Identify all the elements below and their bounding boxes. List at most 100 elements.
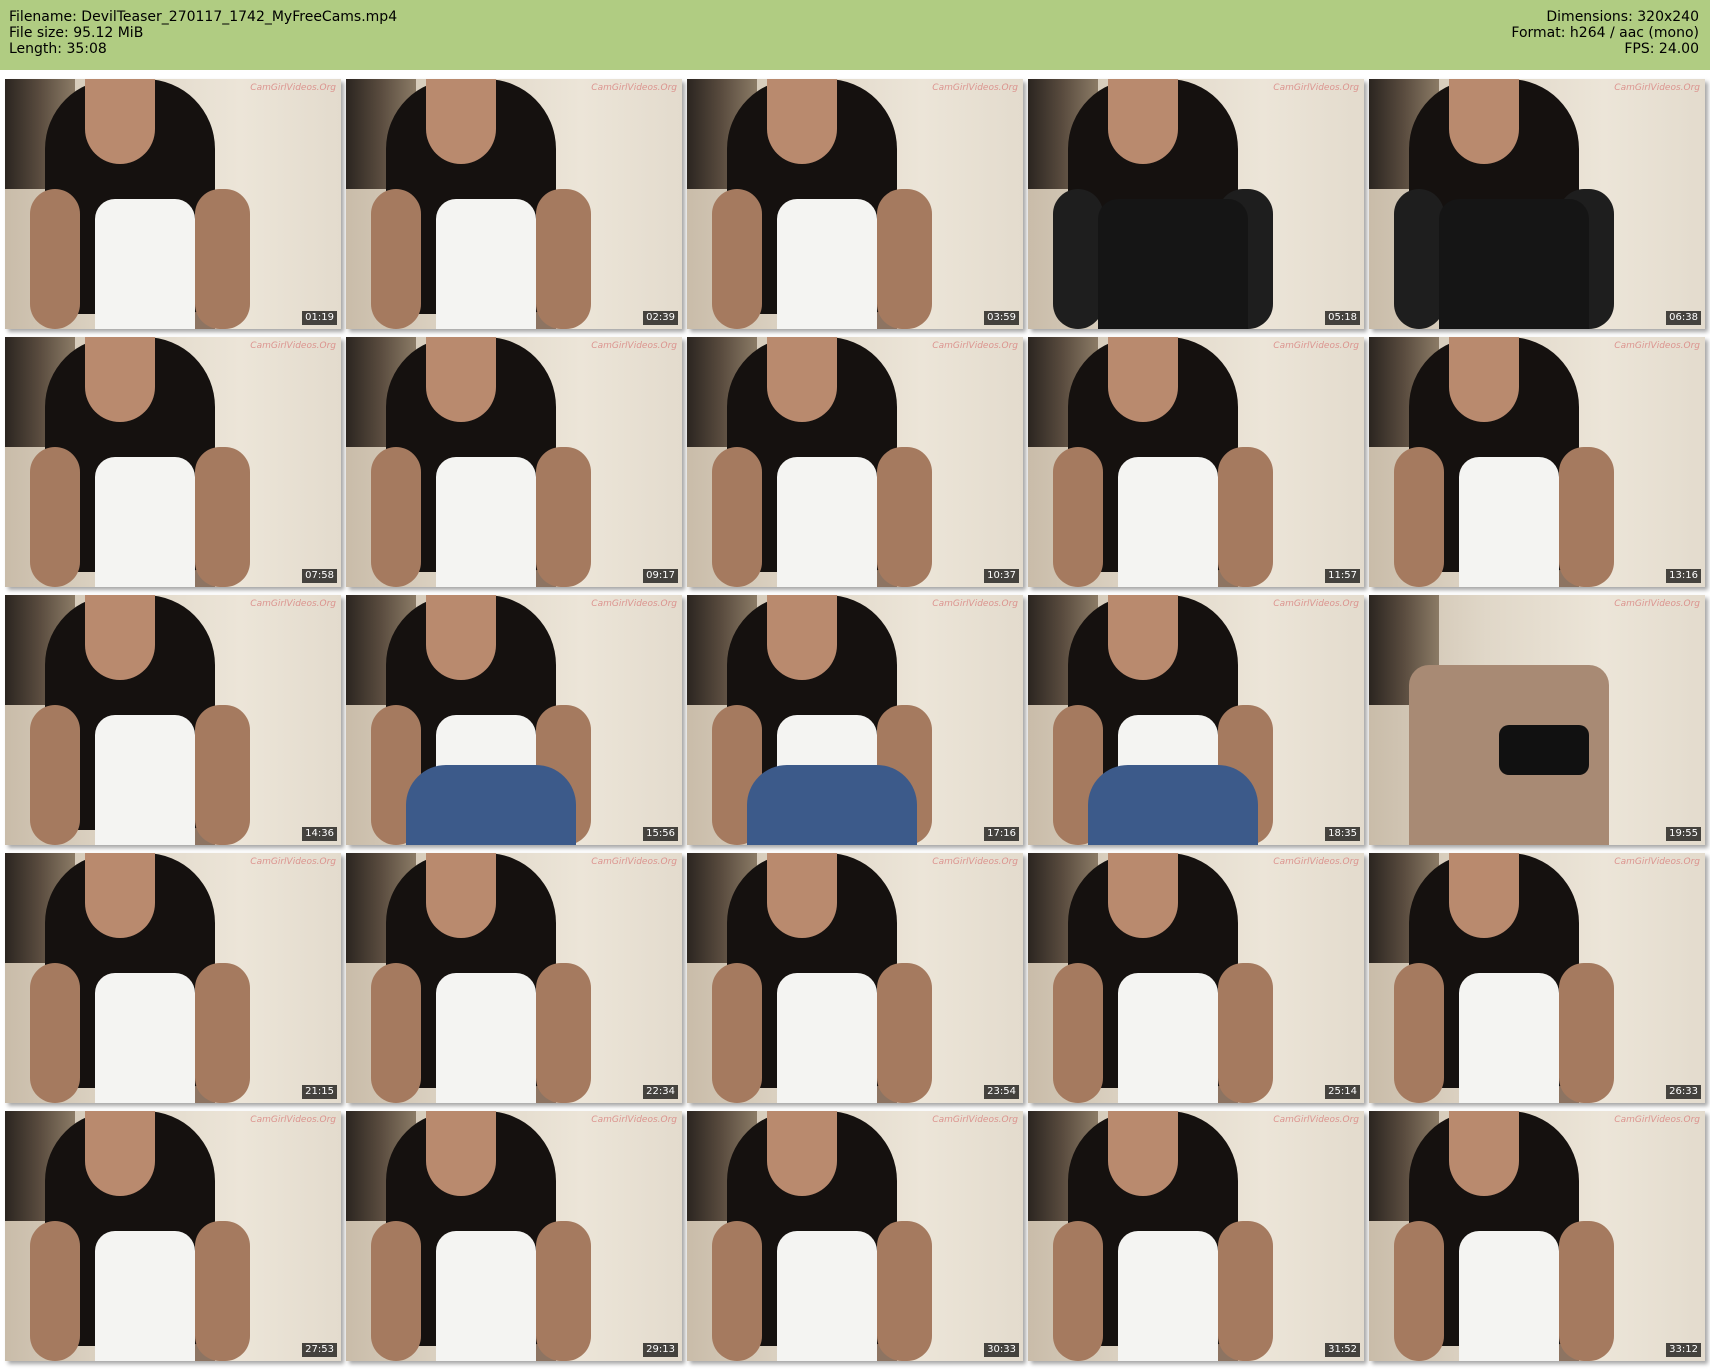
person-arm-right — [195, 447, 250, 587]
person-face — [426, 853, 496, 938]
thumbnail-person — [30, 337, 250, 587]
video-thumbnail[interactable]: CamGirlVideos.Org 18:35 — [1028, 595, 1364, 845]
timestamp-label: 06:38 — [1666, 311, 1701, 325]
thumbnail-person — [1053, 595, 1273, 845]
video-thumbnail[interactable]: CamGirlVideos.Org 09:17 — [346, 337, 682, 587]
fps-label: FPS: 24.00 — [1624, 41, 1699, 57]
timestamp-label: 17:16 — [984, 827, 1019, 841]
timestamp-label: 33:12 — [1666, 1343, 1701, 1357]
person-face — [1108, 79, 1178, 164]
person-top — [1459, 1231, 1559, 1361]
person-arm-left — [371, 963, 421, 1103]
thumbnail-person — [30, 79, 250, 329]
person-arm-left — [30, 705, 80, 845]
timestamp-label: 03:59 — [984, 311, 1019, 325]
thumbnail-person — [1053, 1111, 1273, 1361]
person-jeans — [1088, 765, 1258, 845]
person-face — [1449, 853, 1519, 938]
video-thumbnail[interactable]: CamGirlVideos.Org 23:54 — [687, 853, 1023, 1103]
person-face — [426, 1111, 496, 1196]
timestamp-label: 13:16 — [1666, 569, 1701, 583]
video-thumbnail[interactable]: CamGirlVideos.Org 10:37 — [687, 337, 1023, 587]
timestamp-label: 11:57 — [1325, 569, 1360, 583]
video-thumbnail[interactable]: CamGirlVideos.Org 19:55 — [1369, 595, 1705, 845]
video-thumbnail[interactable]: CamGirlVideos.Org 02:39 — [346, 79, 682, 329]
person-top — [95, 199, 195, 329]
video-thumbnail[interactable]: CamGirlVideos.Org 29:13 — [346, 1111, 682, 1361]
video-thumbnail[interactable]: CamGirlVideos.Org 31:52 — [1028, 1111, 1364, 1361]
person-face — [85, 337, 155, 422]
watermark-label: CamGirlVideos.Org — [1614, 857, 1700, 867]
thumbnail-person — [712, 1111, 932, 1361]
watermark-label: CamGirlVideos.Org — [1273, 1115, 1359, 1125]
person-arm-right — [1218, 1221, 1273, 1361]
video-thumbnail[interactable]: CamGirlVideos.Org 03:59 — [687, 79, 1023, 329]
timestamp-label: 19:55 — [1666, 827, 1701, 841]
info-header: Filename: DevilTeaser_270117_1742_MyFree… — [0, 0, 1710, 70]
watermark-label: CamGirlVideos.Org — [1614, 1115, 1700, 1125]
thumbnail-person — [712, 79, 932, 329]
person-arm-right — [195, 963, 250, 1103]
person-arm-right — [877, 963, 932, 1103]
length-label: Length: 35:08 — [9, 41, 107, 57]
thumbnail-person — [712, 853, 932, 1103]
person-top — [1118, 1231, 1218, 1361]
person-arm-left — [1053, 447, 1103, 587]
thumbnail-person — [1053, 79, 1273, 329]
video-thumbnail[interactable]: CamGirlVideos.Org 30:33 — [687, 1111, 1023, 1361]
person-arm-right — [536, 447, 591, 587]
person-arm-right — [195, 1221, 250, 1361]
person-arm-right — [536, 189, 591, 329]
video-thumbnail[interactable]: CamGirlVideos.Org 15:56 — [346, 595, 682, 845]
timestamp-label: 25:14 — [1325, 1085, 1360, 1099]
person-arm-right — [1559, 447, 1614, 587]
person-top — [1118, 457, 1218, 587]
watermark-label: CamGirlVideos.Org — [1614, 83, 1700, 93]
thumbnail-person — [1053, 337, 1273, 587]
video-thumbnail[interactable]: CamGirlVideos.Org 11:57 — [1028, 337, 1364, 587]
person-top — [777, 1231, 877, 1361]
thumbnail-person — [371, 853, 591, 1103]
video-thumbnail[interactable]: CamGirlVideos.Org 21:15 — [5, 853, 341, 1103]
video-thumbnail[interactable]: CamGirlVideos.Org 07:58 — [5, 337, 341, 587]
video-thumbnail[interactable]: CamGirlVideos.Org 06:38 — [1369, 79, 1705, 329]
person-face — [767, 337, 837, 422]
video-thumbnail[interactable]: CamGirlVideos.Org 17:16 — [687, 595, 1023, 845]
person-arm-right — [877, 189, 932, 329]
person-top — [777, 199, 877, 329]
person-top — [1118, 973, 1218, 1103]
video-thumbnail[interactable]: CamGirlVideos.Org 26:33 — [1369, 853, 1705, 1103]
video-thumbnail[interactable]: CamGirlVideos.Org 25:14 — [1028, 853, 1364, 1103]
watermark-label: CamGirlVideos.Org — [932, 83, 1018, 93]
video-thumbnail[interactable]: CamGirlVideos.Org 27:53 — [5, 1111, 341, 1361]
video-thumbnail[interactable]: CamGirlVideos.Org 05:18 — [1028, 79, 1364, 329]
timestamp-label: 10:37 — [984, 569, 1019, 583]
stream-info: Dimensions: 320x240 Format: h264 / aac (… — [1511, 9, 1699, 57]
person-arm-left — [1394, 447, 1444, 587]
person-face — [767, 1111, 837, 1196]
video-thumbnail[interactable]: CamGirlVideos.Org 14:36 — [5, 595, 341, 845]
person-arm-left — [1394, 189, 1444, 329]
person-face — [426, 595, 496, 680]
video-thumbnail[interactable]: CamGirlVideos.Org 22:34 — [346, 853, 682, 1103]
person-arm-left — [30, 189, 80, 329]
video-thumbnail[interactable]: CamGirlVideos.Org 13:16 — [1369, 337, 1705, 587]
person-jeans — [747, 765, 917, 845]
watermark-label: CamGirlVideos.Org — [591, 857, 677, 867]
person-face — [426, 79, 496, 164]
person-top — [95, 973, 195, 1103]
person-arm-right — [1559, 963, 1614, 1103]
timestamp-label: 07:58 — [302, 569, 337, 583]
file-info: Filename: DevilTeaser_270117_1742_MyFree… — [9, 9, 397, 57]
person-face — [85, 595, 155, 680]
video-thumbnail[interactable]: CamGirlVideos.Org 33:12 — [1369, 1111, 1705, 1361]
thumbnail-person — [712, 595, 932, 845]
person-top — [436, 199, 536, 329]
video-thumbnail[interactable]: CamGirlVideos.Org 01:19 — [5, 79, 341, 329]
watermark-label: CamGirlVideos.Org — [250, 857, 336, 867]
watermark-label: CamGirlVideos.Org — [591, 1115, 677, 1125]
watermark-label: CamGirlVideos.Org — [591, 83, 677, 93]
person-top — [436, 973, 536, 1103]
watermark-label: CamGirlVideos.Org — [1273, 83, 1359, 93]
person-arm-right — [536, 1221, 591, 1361]
